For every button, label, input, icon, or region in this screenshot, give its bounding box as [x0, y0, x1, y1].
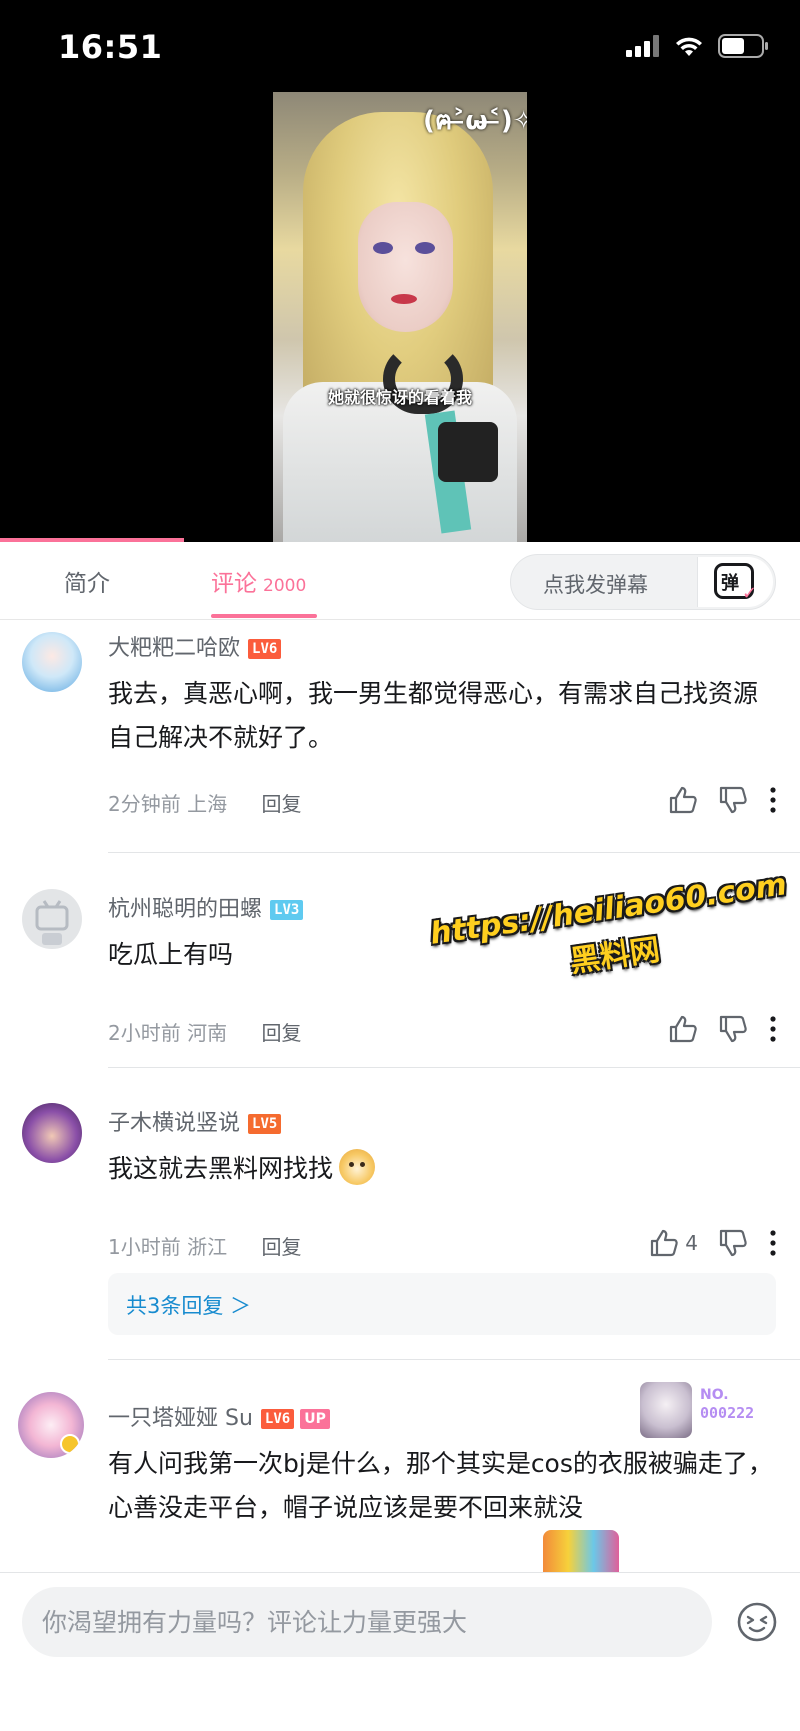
tab-comments[interactable]: 评论 2000: [211, 564, 306, 598]
replies-summary: 共3条回复 ＞: [126, 1294, 252, 1318]
status-time: 16:51: [58, 28, 163, 66]
danmaku-icon-label: 弹: [721, 573, 739, 594]
dislike-button[interactable]: [718, 786, 748, 814]
dislike-button[interactable]: [718, 1229, 748, 1257]
up-badge: UP: [300, 1409, 330, 1429]
more-vertical-icon: [770, 1230, 776, 1256]
comment-actions: [668, 786, 778, 814]
comment-divider: [108, 852, 800, 853]
comment-text-body: 我这就去黑料网找找: [108, 1154, 334, 1183]
video-face: [358, 202, 453, 332]
username-text: 杭州聪明的田螺: [108, 897, 263, 922]
comment-actions: 4: [649, 1229, 778, 1257]
comment-text: 我去，真恶心啊，我一男生都觉得恶心，有需求自己找资源自己解决不就好了。: [108, 679, 759, 752]
comment-composer: [0, 1572, 800, 1731]
comment-input[interactable]: [22, 1587, 712, 1657]
comment-meta: 2小时前 河南 回复: [108, 1017, 301, 1046]
tab-comments-count: 2000: [263, 576, 307, 596]
battery-icon: [718, 34, 768, 58]
like-button[interactable]: [668, 786, 698, 814]
thumb-down-icon: [719, 1015, 747, 1043]
level-badge: LV3: [270, 900, 304, 920]
status-icons: [626, 34, 770, 58]
comment-username[interactable]: 杭州聪明的田螺 LV3: [108, 891, 304, 923]
vip-badge-icon: [60, 1434, 80, 1454]
emoji-icon: [737, 1602, 777, 1642]
thumb-down-icon: [719, 1229, 747, 1257]
more-button[interactable]: [768, 787, 778, 813]
comment-text: 我这就去黑料网找找: [108, 1147, 780, 1191]
video-eye-right: [415, 242, 435, 254]
comment-meta: 2分钟前 上海 回复: [108, 788, 301, 817]
avatar[interactable]: [22, 889, 82, 949]
tab-comments-label: 评论: [211, 571, 257, 597]
danmaku-placeholder: 点我发弹幕: [543, 573, 648, 597]
reply-button[interactable]: 回复: [261, 792, 301, 816]
tab-intro[interactable]: 简介: [64, 564, 110, 598]
danmaku-toggle-button[interactable]: 弹 ✓: [697, 557, 773, 607]
username-text: 大粑粑二哈欧: [108, 636, 241, 661]
video-subtitle: 她就很惊讶的看着我: [327, 388, 472, 407]
video-overlay-text: (ฅ˃̶ω˂̶)✧: [423, 106, 527, 136]
thumb-down-icon: [719, 786, 747, 814]
fan-badge-number: 000222: [700, 1404, 755, 1422]
comment-location: 上海: [187, 792, 228, 816]
level-badge: LV5: [248, 1114, 282, 1134]
thumb-up-icon: [669, 1015, 697, 1043]
comment-actions: [668, 1015, 778, 1043]
video-lip: [391, 294, 417, 304]
danmaku-check-icon: ✓: [742, 583, 758, 604]
fan-badge-avatar: [640, 1382, 692, 1438]
comment-divider: [108, 1067, 800, 1068]
wifi-icon: [676, 37, 702, 56]
avatar[interactable]: [18, 1392, 84, 1458]
video-camera: [438, 422, 498, 482]
reply-button[interactable]: 回复: [261, 1021, 301, 1045]
comment-username[interactable]: 大粑粑二哈欧 LV6: [108, 630, 282, 662]
more-button[interactable]: [768, 1016, 778, 1042]
video-frame[interactable]: (ฅ˃̶ω˂̶)✧ 她就很惊讶的看着我: [273, 92, 527, 542]
like-button[interactable]: 4: [649, 1229, 698, 1257]
username-text: 子木横说竖说: [108, 1111, 241, 1136]
comment-time: 2小时前: [108, 1021, 181, 1045]
comment-meta: 1小时前 浙江 回复: [108, 1231, 301, 1260]
like-count: 4: [685, 1231, 698, 1255]
fan-badge-no: NO.: [700, 1387, 729, 1403]
level-badge: LV6: [248, 639, 282, 659]
more-vertical-icon: [770, 787, 776, 813]
comment-time: 1小时前: [108, 1235, 181, 1259]
comment-location: 浙江: [187, 1235, 228, 1259]
tab-bar: 简介 评论 2000 点我发弹幕 弹 ✓: [0, 542, 800, 620]
comment-username[interactable]: 子木横说竖说 LV5: [108, 1105, 282, 1137]
level-badge: LV6: [260, 1409, 295, 1429]
danmaku-input[interactable]: 点我发弹幕 弹 ✓: [510, 554, 776, 610]
more-vertical-icon: [770, 1016, 776, 1042]
emoji-button[interactable]: [736, 1601, 778, 1643]
reply-button[interactable]: 回复: [261, 1235, 301, 1259]
avatar[interactable]: [22, 1103, 82, 1163]
default-avatar-icon: [35, 900, 69, 945]
fan-badge-card[interactable]: NO. 000222: [638, 1382, 778, 1438]
view-replies-button[interactable]: 共3条回复 ＞: [108, 1273, 776, 1335]
comment-text: 有人问我第一次bj是什么，那个其实是cos的衣服被骗走了，心善没走平台，帽子说应…: [108, 1449, 773, 1522]
signal-icon: [626, 35, 659, 57]
dislike-button[interactable]: [718, 1015, 748, 1043]
thumb-up-icon: [669, 786, 697, 814]
video-eye-left: [373, 242, 393, 254]
comment-divider: [108, 1359, 800, 1360]
more-button[interactable]: [768, 1230, 778, 1256]
like-button[interactable]: [668, 1015, 698, 1043]
comment-text: 吃瓜上有吗: [108, 940, 234, 969]
avatar[interactable]: [22, 632, 82, 692]
thumb-up-icon: [651, 1229, 678, 1257]
tab-active-underline: [211, 614, 317, 618]
comment-location: 河南: [187, 1021, 228, 1045]
username-text: 一只塔娅娅 Su: [108, 1406, 253, 1431]
doge-emoji-icon: [339, 1149, 376, 1185]
video-player[interactable]: 16:51 (ฅ˃̶ω˂̶)✧ 她就很惊讶的看着我: [0, 0, 800, 542]
comment-username[interactable]: 一只塔娅娅 Su LV6 UP: [108, 1400, 330, 1432]
sticker-image: [543, 1530, 619, 1572]
comment-time: 2分钟前: [108, 792, 181, 816]
